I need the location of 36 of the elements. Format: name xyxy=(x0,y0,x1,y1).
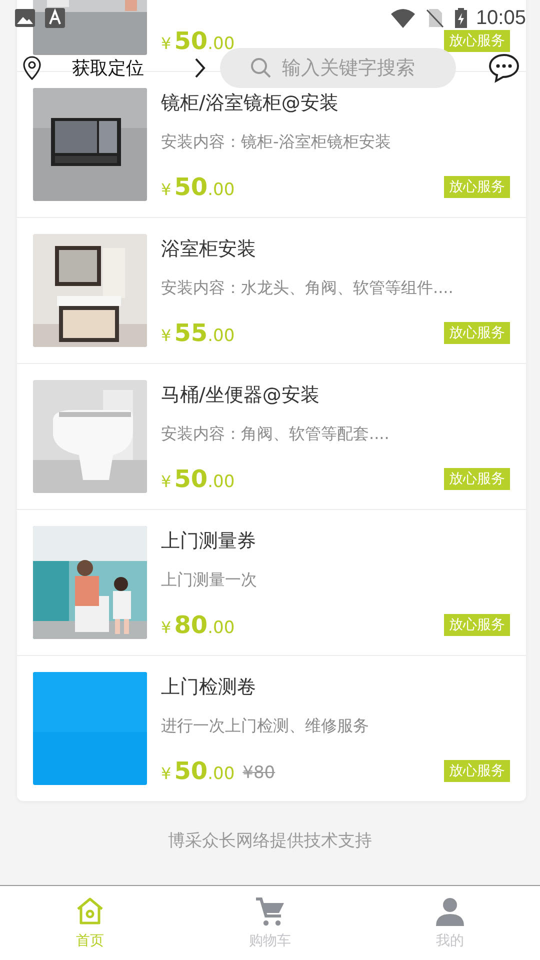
chevron-right-icon[interactable] xyxy=(194,57,206,79)
product-description: 进行一次上门检测、维修服务 xyxy=(161,716,370,737)
search-icon xyxy=(250,57,272,79)
product-description: 安装内容：角阀、软管等配套.... xyxy=(161,424,390,445)
original-price: ¥80 xyxy=(242,763,276,783)
status-time: 10:05 xyxy=(476,6,526,30)
service-tag: 放心服务 xyxy=(444,30,510,52)
product-description: 上门测量一次 xyxy=(161,570,258,591)
search-field[interactable]: 输入关键字搜索 xyxy=(220,48,456,88)
battery-icon xyxy=(454,7,468,29)
service-tag: 放心服务 xyxy=(444,760,510,782)
price: ¥50.00 xyxy=(161,465,235,493)
service-tag: 放心服务 xyxy=(444,322,510,344)
chat-bubble-icon[interactable] xyxy=(488,53,520,83)
no-sim-icon xyxy=(424,7,446,29)
product-title[interactable]: 浴室柜安装 xyxy=(161,236,510,262)
service-tag: 放心服务 xyxy=(444,176,510,198)
person-icon xyxy=(434,896,466,928)
wifi-icon xyxy=(390,7,416,29)
service-tag: 放心服务 xyxy=(444,614,510,636)
product-title[interactable]: 上门测量券 xyxy=(161,528,510,554)
product-title[interactable]: 马桶/坐便器@安装 xyxy=(161,382,510,408)
cart-icon xyxy=(254,896,286,928)
price: ¥80.00 xyxy=(161,611,235,639)
location-pin-icon[interactable] xyxy=(22,56,42,80)
product-description: 安装内容：水龙头、角阀、软管等组件.... xyxy=(161,278,454,299)
product-title[interactable]: 上门检测卷 xyxy=(161,674,510,700)
price: ¥55.00 xyxy=(161,319,235,347)
price: ¥50.00 xyxy=(161,757,235,785)
app-icon xyxy=(44,7,66,29)
location-label[interactable]: 获取定位 xyxy=(72,56,144,80)
service-tag: 放心服务 xyxy=(444,468,510,490)
price: ¥50.00 xyxy=(161,173,235,201)
footer-note: 博采众长网络提供技术支持 xyxy=(168,830,372,852)
product-title[interactable]: 镜柜/浴室镜柜@安装 xyxy=(161,90,510,116)
product-description: 安装内容：镜柜-浴室柜镜柜安装 xyxy=(161,132,392,153)
